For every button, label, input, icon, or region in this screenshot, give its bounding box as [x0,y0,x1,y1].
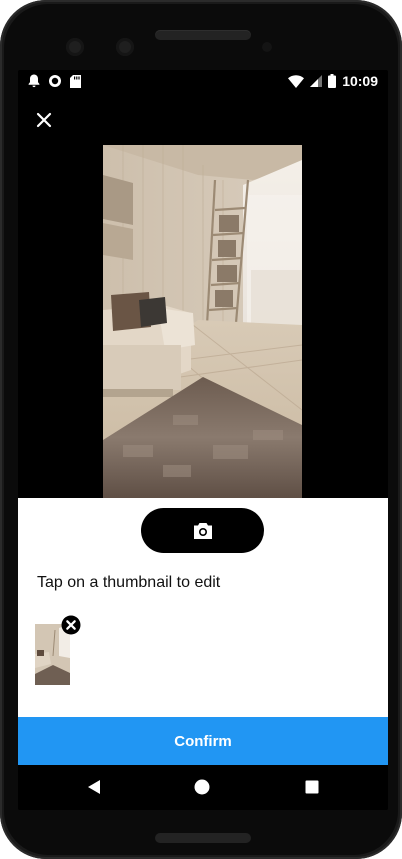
cell-signal-icon [310,75,323,87]
status-time: 10:09 [342,73,378,89]
close-button[interactable] [32,108,56,132]
wifi-icon [288,74,305,88]
proximity-sensor [262,42,272,52]
front-camera-secondary [116,38,134,56]
nav-home-button[interactable] [194,779,210,800]
bell-icon [28,74,40,88]
edit-hint: Tap on a thumbnail to edit [37,574,221,591]
record-icon [49,75,61,87]
confirm-button[interactable]: Confirm [18,717,388,765]
battery-icon [328,74,337,88]
remove-circle-icon [61,615,81,635]
system-nav-bar [18,765,388,810]
camera-icon [193,522,212,539]
room-photo [103,145,302,498]
photo-preview[interactable] [103,145,302,498]
back-triangle-icon [88,780,100,794]
screen: 10:09 Tap on a thumbnail to edit Confirm [18,70,388,810]
top-speaker [155,30,251,40]
nav-back-button[interactable] [86,779,102,800]
bottom-speaker [155,833,251,843]
close-icon [36,112,52,128]
status-bar: 10:09 [18,70,388,94]
front-camera [66,38,84,56]
home-circle-icon [194,779,210,795]
sd-card-icon [70,74,81,88]
remove-thumbnail-button[interactable] [61,615,81,635]
phone-frame: 10:09 Tap on a thumbnail to edit Confirm [0,0,402,859]
recents-square-icon [305,780,319,794]
capture-button[interactable] [141,508,264,553]
nav-recents-button[interactable] [305,780,319,799]
